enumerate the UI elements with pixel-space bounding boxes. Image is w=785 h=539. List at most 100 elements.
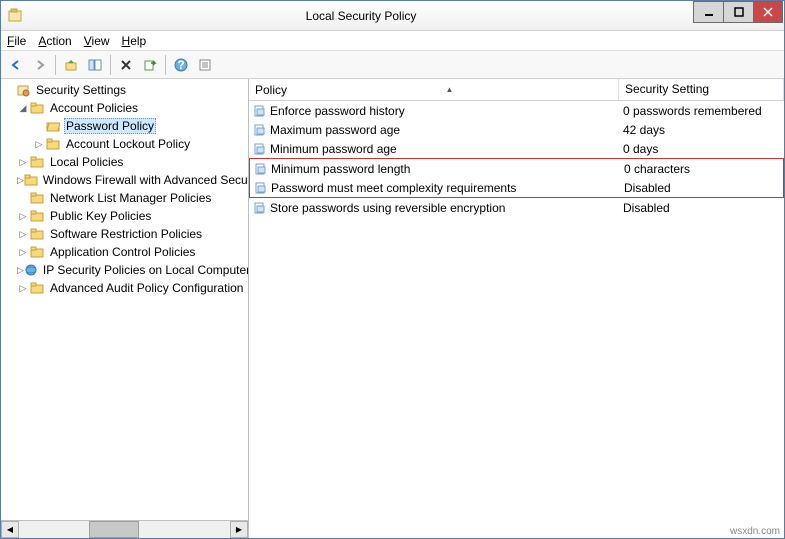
expand-icon[interactable]: ▷ [17,247,29,258]
policy-name: Store passwords using reversible encrypt… [270,201,505,215]
svg-text:?: ? [177,58,184,72]
tree-label: Account Lockout Policy [64,137,192,151]
tree-label: IP Security Policies on Local Computer [41,263,248,277]
policy-setting: 42 days [619,123,784,137]
menu-file[interactable]: File [7,34,26,48]
policy-name: Enforce password history [270,104,405,118]
folder-icon [29,280,45,296]
show-hide-tree-button[interactable] [84,54,106,76]
folder-icon [45,136,61,152]
column-header-setting[interactable]: Security Setting [619,79,784,100]
tree-label: Windows Firewall with Advanced Security [41,173,248,187]
policy-icon [254,181,268,195]
minimize-button[interactable] [693,1,723,23]
policy-icon [253,104,267,118]
content-area: Security Settings ◢ Account Policies Pas… [1,79,784,538]
tree-pane: Security Settings ◢ Account Policies Pas… [1,79,249,538]
folder-icon [29,100,45,116]
help-button[interactable]: ? [170,54,192,76]
menu-help[interactable]: Help [122,34,147,48]
policy-setting: 0 characters [620,162,783,176]
list-pane: Policy ▲ Security Setting Enforce passwo… [249,79,784,538]
close-button[interactable] [753,1,783,23]
policy-setting: Disabled [619,201,784,215]
app-icon [7,8,23,24]
toolbar-separator [55,55,56,75]
list-row[interactable]: Store passwords using reversible encrypt… [249,198,784,217]
list-row[interactable]: Minimum password age 0 days [249,139,784,158]
expand-icon[interactable]: ▷ [33,139,45,150]
toolbar-separator [110,55,111,75]
maximize-button[interactable] [723,1,753,23]
policy-icon [253,142,267,156]
expand-icon[interactable]: ▷ [17,211,29,222]
scroll-right-button[interactable]: ▶ [230,521,248,538]
toolbar: ? [1,51,784,79]
expand-icon[interactable]: ▷ [17,157,29,168]
scroll-track[interactable] [19,521,230,538]
forward-button[interactable] [29,54,51,76]
tree-app-control[interactable]: ▷ Application Control Policies [1,243,248,261]
folder-icon [29,244,45,260]
folder-icon [29,190,45,206]
tree-account-policies[interactable]: ◢ Account Policies [1,99,248,117]
folder-icon [29,154,45,170]
folder-icon [29,226,45,242]
back-button[interactable] [5,54,27,76]
menu-action[interactable]: Action [38,34,71,48]
tree-firewall[interactable]: ▷ Windows Firewall with Advanced Securit… [1,171,248,189]
tree-label: Security Settings [34,83,128,97]
window-controls [693,1,783,23]
policy-name: Minimum password length [271,162,410,176]
list-row[interactable]: Enforce password history 0 passwords rem… [249,101,784,120]
tree-ip-security[interactable]: ▷ IP Security Policies on Local Computer [1,261,248,279]
policy-setting: Disabled [620,181,783,195]
scroll-thumb[interactable] [89,521,139,538]
menu-view[interactable]: View [84,34,110,48]
sort-asc-icon: ▲ [446,85,454,94]
tree-software-restriction[interactable]: ▷ Software Restriction Policies [1,225,248,243]
scroll-left-button[interactable]: ◀ [1,521,19,538]
policy-icon [254,162,268,176]
highlight-annotation: Minimum password length 0 characters Pas… [249,158,784,198]
horizontal-scrollbar[interactable]: ◀ ▶ [1,520,248,538]
tree-local-policies[interactable]: ▷ Local Policies [1,153,248,171]
tree-label: Account Policies [48,101,140,115]
policy-setting: 0 passwords remembered [619,104,784,118]
policy-setting: 0 days [619,142,784,156]
expand-icon[interactable]: ▷ [17,265,24,276]
expand-icon[interactable]: ▷ [17,175,24,186]
window-frame: Local Security Policy File Action View H… [0,0,785,539]
collapse-icon[interactable]: ◢ [17,103,29,114]
menubar: File Action View Help [1,31,784,51]
tree-password-policy[interactable]: Password Policy [1,117,248,135]
expand-icon[interactable]: ▷ [17,229,29,240]
tree-network-list[interactable]: Network List Manager Policies [1,189,248,207]
export-button[interactable] [139,54,161,76]
up-button[interactable] [60,54,82,76]
properties-button[interactable] [194,54,216,76]
tree-root[interactable]: Security Settings [1,81,248,99]
expand-icon[interactable]: ▷ [17,283,29,294]
column-label: Security Setting [625,82,709,96]
policy-name: Minimum password age [270,142,397,156]
folder-icon [29,208,45,224]
tree-label: Advanced Audit Policy Configuration [48,281,245,295]
tree-label: Network List Manager Policies [48,191,213,205]
tree-label: Local Policies [48,155,125,169]
tree-account-lockout[interactable]: ▷ Account Lockout Policy [1,135,248,153]
list-row[interactable]: Password must meet complexity requiremen… [250,178,783,197]
tree[interactable]: Security Settings ◢ Account Policies Pas… [1,79,248,520]
tree-advanced-audit[interactable]: ▷ Advanced Audit Policy Configuration [1,279,248,297]
list-row[interactable]: Minimum password length 0 characters [250,159,783,178]
watermark: wsxdn.com [730,526,780,537]
list-row[interactable]: Maximum password age 42 days [249,120,784,139]
tree-public-key[interactable]: ▷ Public Key Policies [1,207,248,225]
delete-button[interactable] [115,54,137,76]
toolbar-separator [165,55,166,75]
column-header-policy[interactable]: Policy ▲ [249,79,619,100]
folder-open-icon [45,118,61,134]
tree-label: Password Policy [64,118,156,134]
policy-name: Password must meet complexity requiremen… [271,181,516,195]
list-body: Enforce password history 0 passwords rem… [249,101,784,538]
